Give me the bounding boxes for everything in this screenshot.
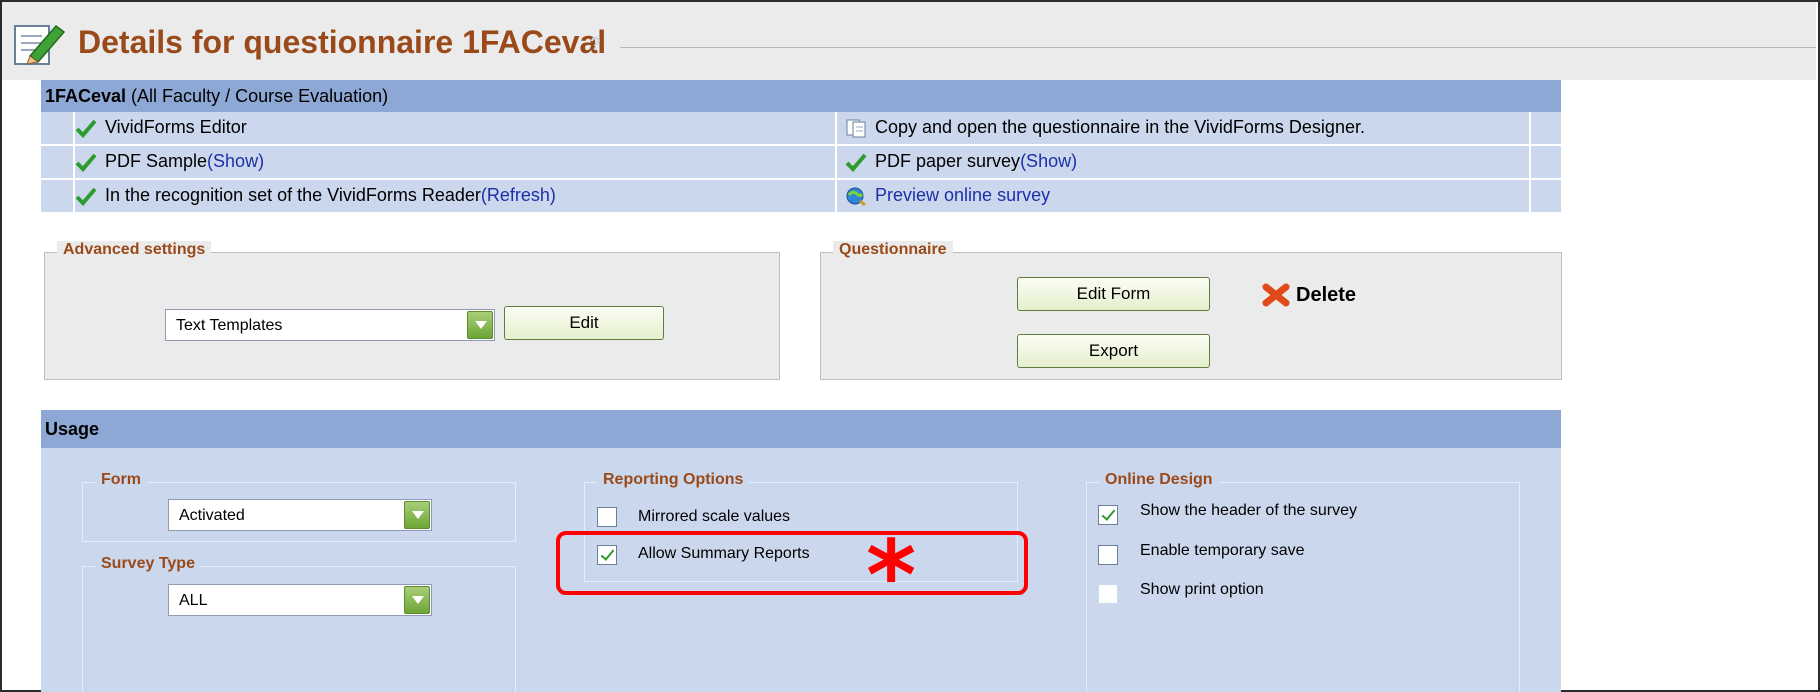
text-templates-select[interactable]: Text Templates [165, 309, 495, 341]
edit-form-button[interactable]: Edit Form [1017, 277, 1210, 311]
export-button[interactable]: Export [1017, 334, 1210, 368]
show-header-label: Show the header of the survey [1140, 502, 1358, 519]
check-icon [75, 152, 97, 172]
page-title: Details for questionnaire 1FACeval [78, 24, 607, 60]
details-header: 1FACeval (All Faculty / Course Evaluatio… [41, 80, 1561, 112]
enable-temporary-save-label: Enable temporary save [1140, 542, 1305, 559]
delete-icon [1262, 282, 1290, 308]
edit-document-icon [12, 22, 66, 66]
recognition-set-label: In the recognition set of the VividForms… [105, 185, 481, 205]
refresh-link[interactable]: (Refresh) [481, 185, 556, 206]
vividforms-editor-label: VividForms Editor [105, 117, 247, 137]
preview-icon [845, 186, 867, 206]
show-print-option-label: Show print option [1140, 581, 1264, 598]
pdf-sample-label: PDF Sample [105, 151, 208, 171]
usage-header: Usage [41, 410, 1561, 448]
form-status-select[interactable]: Activated [168, 499, 432, 531]
online-design-legend: Online Design [1099, 471, 1219, 489]
pdf-paper-survey-show-link[interactable]: (Show) [1020, 151, 1077, 172]
details-row: In the recognition set of the VividForms… [41, 180, 1561, 212]
check-icon [75, 186, 97, 206]
mirrored-scale-label: Mirrored scale values [638, 508, 791, 525]
mirrored-scale-checkbox[interactable] [597, 507, 617, 527]
annotation-highlight-box [556, 531, 1028, 595]
copy-icon [845, 118, 867, 138]
enable-temporary-save-checkbox[interactable] [1098, 545, 1118, 565]
show-header-checkbox[interactable] [1098, 505, 1118, 525]
survey-type-legend: Survey Type [95, 555, 201, 573]
chevron-down-icon[interactable] [467, 311, 493, 339]
form-status-value: Activated [179, 507, 245, 524]
questionnaire-code: 1FACeval [45, 86, 127, 106]
reporting-options-legend: Reporting Options [597, 471, 750, 489]
preview-online-survey-link[interactable]: Preview online survey [875, 185, 1050, 206]
text-templates-value: Text Templates [176, 317, 283, 334]
title-divider [620, 47, 1816, 48]
form-legend: Form [95, 471, 147, 489]
title-bar: Details for questionnaire 1FACeval ? [2, 2, 1816, 80]
delete-label: Delete [1296, 283, 1357, 306]
show-print-option-checkbox[interactable] [1098, 584, 1118, 604]
pdf-sample-show-link[interactable]: (Show) [207, 151, 264, 172]
copy-open-designer-link[interactable]: Copy and open the questionnaire in the V… [875, 117, 1365, 138]
questionnaire-description: (All Faculty / Course Evaluation) [126, 86, 389, 106]
details-row: PDF Sample (Show) PDF paper survey (Show… [41, 146, 1561, 178]
check-icon [845, 152, 867, 172]
pdf-paper-survey-label: PDF paper survey [875, 151, 1021, 171]
help-icon[interactable]: ? [590, 34, 601, 55]
survey-type-value: ALL [179, 592, 208, 609]
edit-button[interactable]: Edit [504, 306, 664, 340]
details-row: VividForms Editor Copy and open the ques… [41, 112, 1561, 144]
chevron-down-icon[interactable] [404, 586, 430, 614]
advanced-settings-legend: Advanced settings [57, 241, 212, 259]
annotation-asterisk: * [866, 520, 917, 632]
questionnaire-legend: Questionnaire [833, 241, 953, 259]
survey-type-select[interactable]: ALL [168, 584, 432, 616]
check-icon [75, 118, 97, 138]
delete-button[interactable]: Delete [1262, 282, 1356, 308]
chevron-down-icon[interactable] [404, 501, 430, 529]
